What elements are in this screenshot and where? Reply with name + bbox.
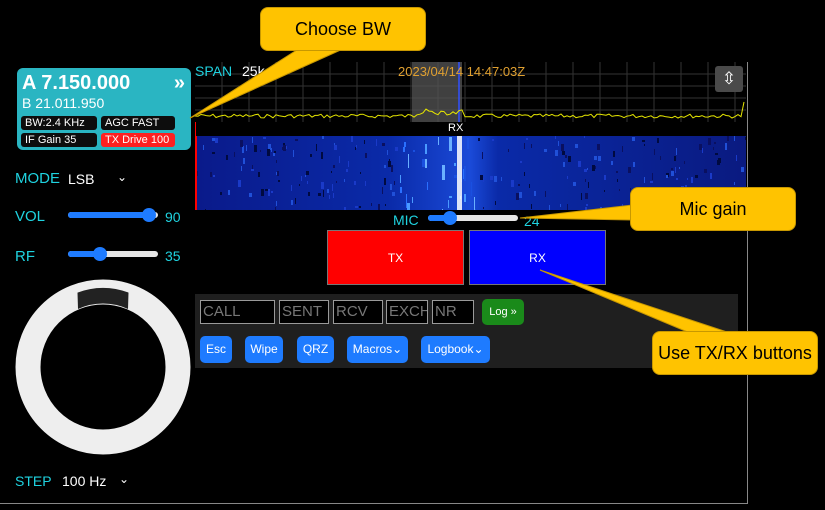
vfo-expand-icon[interactable]: » bbox=[174, 72, 185, 95]
tx-button[interactable]: TX bbox=[327, 230, 464, 285]
span-label: SPAN bbox=[195, 63, 233, 79]
mode-chevron-down-icon[interactable]: ⌄ bbox=[117, 170, 127, 184]
vol-label: VOL bbox=[15, 208, 46, 225]
bw-badge[interactable]: BW:2.4 KHz bbox=[21, 116, 97, 130]
if-gain-badge[interactable]: IF Gain 35 bbox=[21, 133, 97, 147]
vol-slider-fill bbox=[68, 212, 149, 218]
tuning-dial-ring[interactable] bbox=[15, 279, 191, 455]
callout-choose-bw: Choose BW bbox=[260, 7, 426, 51]
mic-slider[interactable] bbox=[428, 211, 518, 225]
expand-vertical-icon[interactable]: ⇳ bbox=[715, 66, 743, 92]
vol-slider-knob[interactable] bbox=[142, 208, 156, 222]
rf-value: 35 bbox=[165, 248, 181, 264]
rx-button[interactable]: RX bbox=[469, 230, 606, 285]
agc-badge[interactable]: AGC FAST bbox=[101, 116, 175, 130]
mic-value: 24 bbox=[524, 213, 540, 229]
qrz-button[interactable]: QRZ bbox=[297, 336, 334, 363]
tuning-dial-indicator bbox=[77, 287, 129, 309]
vfo-a-frequency[interactable]: A 7.150.000 bbox=[22, 72, 186, 94]
vol-value: 90 bbox=[165, 209, 181, 225]
tuning-dial[interactable] bbox=[15, 279, 191, 455]
rf-slider-knob[interactable] bbox=[92, 247, 107, 261]
rf-label: RF bbox=[15, 248, 35, 265]
tx-drive-badge[interactable]: TX Drive 100 bbox=[101, 133, 175, 147]
exch-field[interactable]: EXCH bbox=[386, 300, 428, 324]
callout-use-txrx: Use TX/RX buttons bbox=[652, 331, 818, 375]
mic-label: MIC bbox=[393, 212, 419, 228]
call-field[interactable]: CALL bbox=[200, 300, 275, 324]
log-button[interactable]: Log » bbox=[482, 299, 524, 325]
wipe-button[interactable]: Wipe bbox=[245, 336, 283, 363]
step-select[interactable]: 100 Hz bbox=[62, 473, 106, 489]
utc-timestamp: 2023/04/14 14:47:03Z bbox=[398, 64, 526, 79]
callout-mic-gain: Mic gain bbox=[630, 187, 796, 231]
esc-button[interactable]: Esc bbox=[200, 336, 232, 363]
vfo-b-frequency[interactable]: B 21.011.950 bbox=[22, 95, 186, 111]
span-value[interactable]: 25k bbox=[242, 63, 265, 79]
mic-slider-knob[interactable] bbox=[442, 211, 457, 225]
rcv-field[interactable]: RCV bbox=[333, 300, 383, 324]
step-chevron-down-icon[interactable]: ⌄ bbox=[119, 472, 129, 486]
step-label: STEP bbox=[15, 473, 52, 489]
sent-field[interactable]: SENT bbox=[279, 300, 329, 324]
nr-field[interactable]: NR bbox=[432, 300, 474, 324]
macros-button[interactable]: Macros⌄ bbox=[347, 336, 408, 363]
logbook-button[interactable]: Logbook⌄ bbox=[421, 336, 490, 363]
mode-select[interactable]: LSB bbox=[68, 171, 94, 187]
vfo-panel[interactable]: A 7.150.000 » B 21.011.950 BW:2.4 KHz AG… bbox=[17, 68, 191, 150]
rx-marker-label: RX bbox=[448, 122, 464, 134]
mode-label: MODE bbox=[15, 170, 60, 187]
vol-slider[interactable] bbox=[68, 208, 158, 222]
rf-slider[interactable] bbox=[68, 247, 158, 261]
